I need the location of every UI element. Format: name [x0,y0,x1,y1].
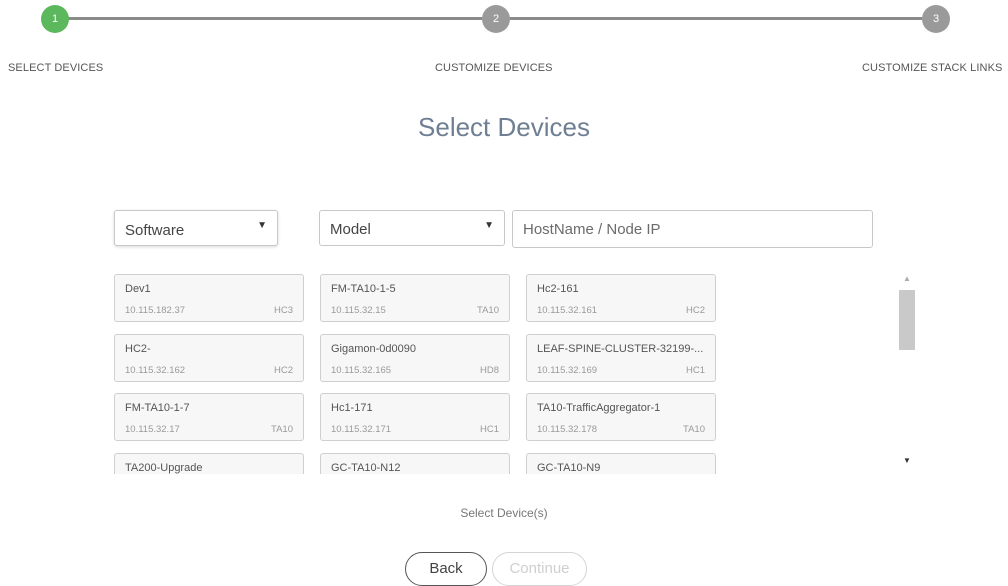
stepper-line-1-2 [68,17,482,20]
model-filter-value: Model [330,221,371,238]
device-ip: 10.115.32.161 [537,305,598,316]
device-name: LEAF-SPINE-CLUSTER-32199-... [537,343,704,355]
device-card[interactable]: FM-TA10-1-7 10.115.32.17 TA10 [114,393,304,441]
device-model: HD8 [479,365,499,376]
device-card[interactable]: LEAF-SPINE-CLUSTER-32199-... 10.115.32.1… [526,334,716,382]
device-name: FM-TA10-1-5 [331,283,396,295]
step-1-label: SELECT DEVICES [8,62,104,74]
device-name: Dev1 [125,283,151,295]
software-filter-select[interactable]: Software ▼ [114,210,278,246]
back-button[interactable]: Back [405,552,487,586]
device-card[interactable]: GC-TA10-N9 [526,453,716,474]
device-list-scrollbar[interactable]: ▲ ▼ [897,270,917,470]
scrollbar-thumb[interactable] [899,290,915,350]
device-card[interactable]: FM-TA10-1-5 10.115.32.15 TA10 [320,274,510,322]
device-card[interactable]: Hc1-171 10.115.32.171 HC1 [320,393,510,441]
device-card[interactable]: TA10-TrafficAggregator-1 10.115.32.178 T… [526,393,716,441]
device-model: TA10 [682,424,705,435]
device-card[interactable]: Hc2-161 10.115.32.161 HC2 [526,274,716,322]
software-filter-value: Software [125,222,185,239]
device-ip: 10.115.32.169 [537,365,598,376]
step-1-indicator[interactable]: 1 [41,5,69,33]
device-ip: 10.115.32.162 [125,365,186,376]
device-model: TA10 [270,424,293,435]
device-name: HC2- [125,343,151,355]
device-card[interactable]: Dev1 10.115.182.37 HC3 [114,274,304,322]
select-devices-hint: Select Device(s) [460,506,548,520]
device-model: HC2 [685,305,705,316]
step-2-label: CUSTOMIZE DEVICES [435,62,553,74]
device-name: GC-TA10-N12 [331,462,401,474]
device-ip: 10.115.32.17 [125,424,180,435]
caret-down-icon: ▼ [257,220,267,231]
device-model: HC2 [273,365,293,376]
device-model: TA10 [476,305,499,316]
device-card[interactable]: HC2- 10.115.32.162 HC2 [114,334,304,382]
device-ip: 10.115.32.178 [537,424,598,435]
device-model: HC1 [479,424,499,435]
caret-down-icon: ▼ [484,220,494,231]
device-name: Hc2-161 [537,283,579,295]
device-name: FM-TA10-1-7 [125,402,190,414]
model-filter-select[interactable]: Model ▼ [319,210,505,246]
device-name: Gigamon-0d0090 [331,343,417,355]
device-name: TA10-TrafficAggregator-1 [537,402,661,414]
page-title: Select Devices [418,112,590,142]
device-ip: 10.115.32.15 [331,305,386,316]
step-3-indicator[interactable]: 3 [922,5,950,33]
device-grid: Dev1 10.115.182.37 HC3 FM-TA10-1-5 10.11… [114,274,724,474]
device-card[interactable]: Gigamon-0d0090 10.115.32.165 HD8 [320,334,510,382]
device-name: TA200-Upgrade [125,462,203,474]
device-ip: 10.115.32.165 [331,365,392,376]
device-card[interactable]: TA200-Upgrade [114,453,304,474]
continue-button[interactable]: Continue [492,552,587,586]
stepper-line-2-3 [510,17,922,20]
device-name: GC-TA10-N9 [537,462,601,474]
device-ip: 10.115.182.37 [125,305,186,316]
step-3-label: CUSTOMIZE STACK LINKS [862,62,1003,74]
device-ip: 10.115.32.171 [331,424,392,435]
hostname-search-input[interactable] [512,210,873,248]
step-2-indicator[interactable]: 2 [482,5,510,33]
triangle-down-icon[interactable]: ▼ [897,454,917,468]
device-model: HC1 [685,365,705,376]
triangle-up-icon[interactable]: ▲ [897,272,917,286]
device-model: HC3 [273,305,293,316]
device-card[interactable]: GC-TA10-N12 [320,453,510,474]
device-name: Hc1-171 [331,402,373,414]
